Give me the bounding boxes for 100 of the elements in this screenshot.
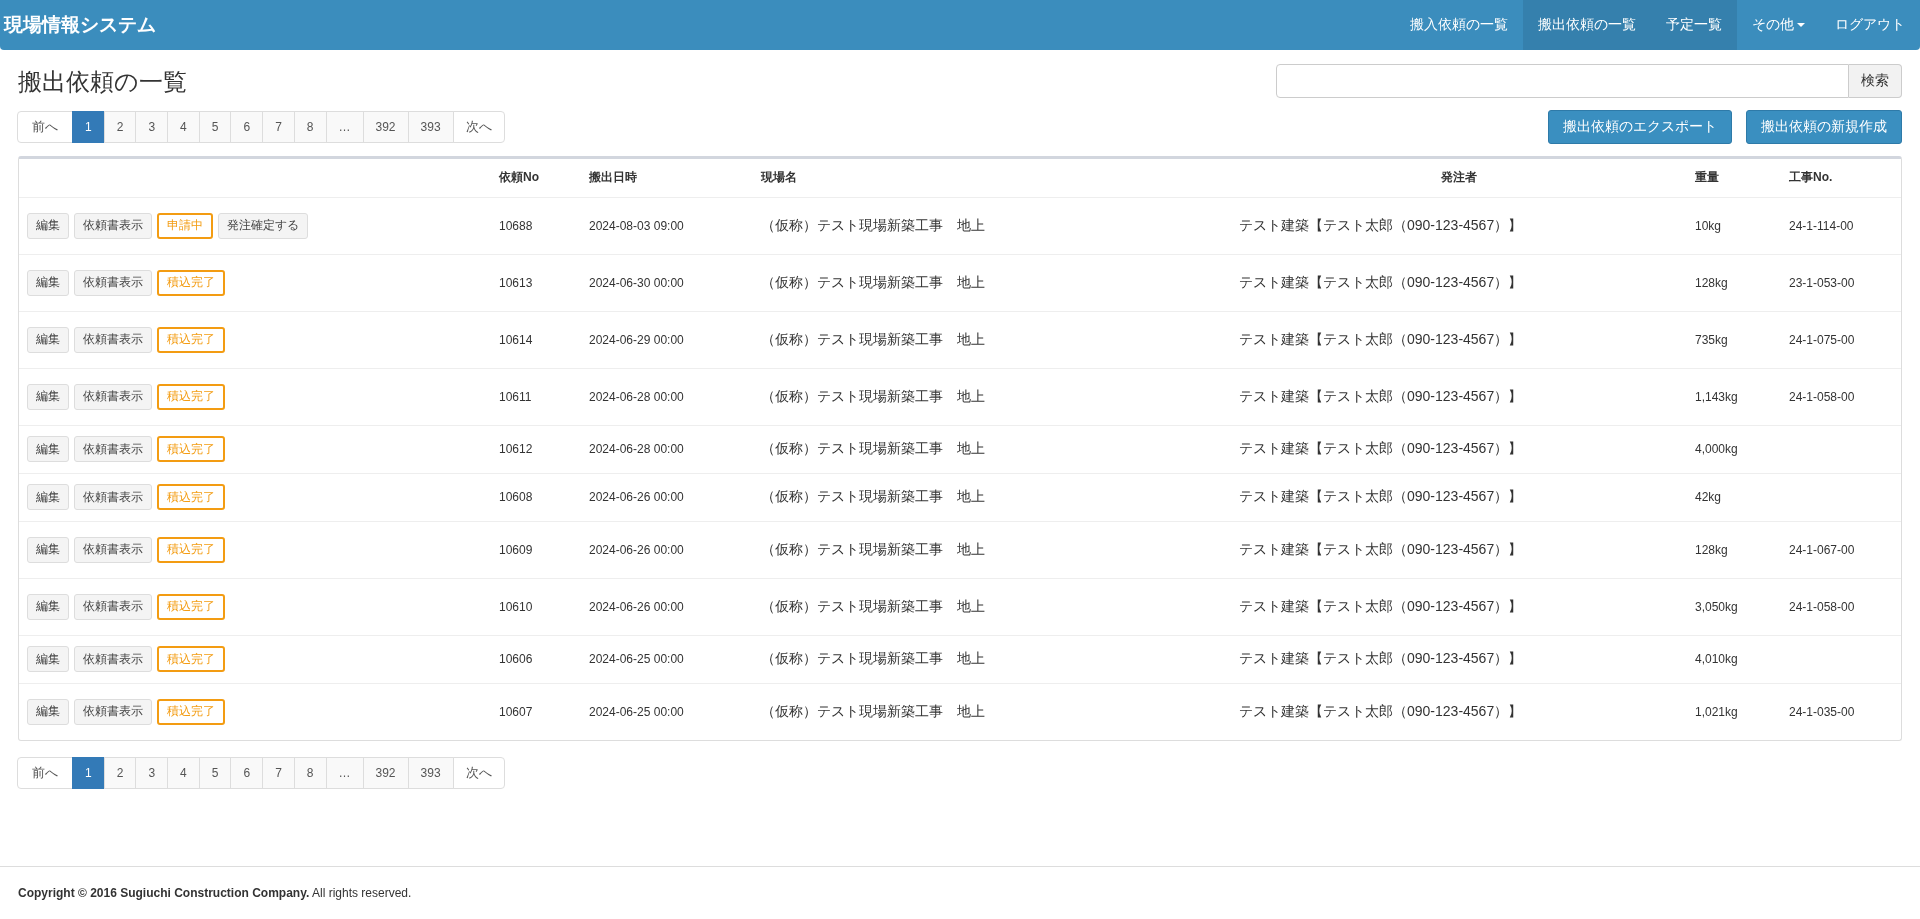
table-cell: 10688 xyxy=(499,218,533,233)
table-cell: 2024-06-29 00:00 xyxy=(589,332,684,347)
table-cell: テスト建築【テスト太郎（090-123-4567）】 xyxy=(1239,488,1523,504)
table-cell: 10610 xyxy=(499,599,533,614)
page-link[interactable]: 1 xyxy=(72,756,105,789)
page-link[interactable]: … xyxy=(325,756,364,789)
page-link[interactable]: 392 xyxy=(362,756,409,789)
page-link[interactable]: 393 xyxy=(407,111,454,143)
page-link[interactable]: 3 xyxy=(135,111,169,143)
table-cell: 24-1-114-00 xyxy=(1789,218,1854,233)
row-button[interactable]: 編集 xyxy=(27,436,69,462)
row-button[interactable]: 発注確定する xyxy=(218,212,308,239)
row-button[interactable]: 依頼書表示 xyxy=(74,698,152,725)
table-cell: 2024-06-30 00:00 xyxy=(589,275,684,290)
table-cell: （仮称）テスト現場新築工事 地上 xyxy=(761,540,985,557)
table-cell: 2024-06-26 00:00 xyxy=(589,490,684,504)
search-field[interactable] xyxy=(1276,64,1849,98)
column-header: 現場名 xyxy=(761,170,797,185)
table-cell: テスト建築【テスト太郎（090-123-4567）】 xyxy=(1239,440,1523,456)
row-button[interactable]: 依頼書表示 xyxy=(74,484,152,510)
table-cell: 735kg xyxy=(1695,332,1728,347)
table-cell: テスト建築【テスト太郎（090-123-4567）】 xyxy=(1239,597,1523,614)
page-link[interactable]: 4 xyxy=(167,111,200,143)
table-cell: 2024-06-28 00:00 xyxy=(589,442,684,456)
brand-title[interactable]: 現場情報システム xyxy=(0,0,160,50)
column-header: 搬出日時 xyxy=(589,170,637,185)
action-button[interactable]: 搬出依頼の新規作成 xyxy=(1746,110,1902,144)
page-link[interactable]: 8 xyxy=(293,756,327,789)
table-cell: 10613 xyxy=(499,275,533,290)
row-button[interactable]: 依頼書表示 xyxy=(74,212,152,239)
row-button[interactable]: 編集 xyxy=(27,326,69,353)
page-link[interactable]: 4 xyxy=(167,756,200,789)
column-header: 工事No. xyxy=(1789,170,1833,185)
row-button[interactable]: 依頼書表示 xyxy=(74,536,152,563)
table-cell: 10612 xyxy=(499,442,533,456)
row-button[interactable]: 編集 xyxy=(27,646,69,672)
row-button[interactable]: 依頼書表示 xyxy=(74,593,152,620)
table-cell: テスト建築【テスト太郎（090-123-4567）】 xyxy=(1239,216,1523,233)
page-link[interactable]: 7 xyxy=(262,756,295,789)
page-title: 搬出依頼の一覧 xyxy=(18,67,187,97)
table-cell: （仮称）テスト現場新築工事 地上 xyxy=(761,650,985,666)
page-link[interactable]: 前へ xyxy=(17,111,73,143)
page-link[interactable]: 8 xyxy=(293,111,327,143)
nav-link[interactable]: ログアウト xyxy=(1820,0,1920,50)
row-button[interactable]: 編集 xyxy=(27,593,69,620)
row-button[interactable]: 編集 xyxy=(27,212,69,239)
column-header: 発注者 xyxy=(1441,170,1477,185)
page-link[interactable]: 次へ xyxy=(452,111,505,143)
table-cell: 2024-06-25 00:00 xyxy=(589,652,684,666)
table-cell: （仮称）テスト現場新築工事 地上 xyxy=(761,597,985,614)
row-button[interactable]: 編集 xyxy=(27,383,69,410)
table-cell: 2024-06-26 00:00 xyxy=(589,542,684,557)
row-button[interactable]: 編集 xyxy=(27,269,69,296)
page-link[interactable]: 393 xyxy=(407,756,454,789)
table-cell: 1,143kg xyxy=(1695,389,1738,404)
row-button[interactable]: 編集 xyxy=(27,484,69,510)
row-button[interactable]: 編集 xyxy=(27,536,69,563)
row-button[interactable]: 依頼書表示 xyxy=(74,326,152,353)
table-cell: 24-1-075-00 xyxy=(1789,332,1855,347)
table-cell: 128kg xyxy=(1695,542,1728,557)
column-header: 依頼No xyxy=(499,170,539,185)
row-button[interactable]: 依頼書表示 xyxy=(74,269,152,296)
table-cell: 2024-06-28 00:00 xyxy=(589,389,684,404)
nav-link[interactable]: 予定一覧 xyxy=(1651,0,1737,50)
table-cell: 128kg xyxy=(1695,275,1728,290)
table-cell: （仮称）テスト現場新築工事 地上 xyxy=(761,216,985,233)
row-button[interactable]: 依頼書表示 xyxy=(74,436,152,462)
table-cell: （仮称）テスト現場新築工事 地上 xyxy=(761,440,985,456)
search-button[interactable]: 検索 xyxy=(1849,64,1902,98)
table-cell: 10611 xyxy=(499,389,532,404)
table-cell: テスト建築【テスト太郎（090-123-4567）】 xyxy=(1239,540,1523,557)
table-cell: テスト建築【テスト太郎（090-123-4567）】 xyxy=(1239,273,1523,290)
table-cell: テスト建築【テスト太郎（090-123-4567）】 xyxy=(1239,330,1523,347)
table-cell: 2024-08-03 09:00 xyxy=(589,218,684,233)
page-link[interactable]: 6 xyxy=(230,756,264,789)
table-cell: （仮称）テスト現場新築工事 地上 xyxy=(761,273,985,290)
table-cell: 24-1-067-00 xyxy=(1789,542,1855,557)
table-cell: 2024-06-26 00:00 xyxy=(589,599,684,614)
page-link[interactable]: 3 xyxy=(135,756,169,789)
nav-link[interactable]: 搬出依頼の一覧 xyxy=(1523,0,1651,50)
row-button[interactable]: 依頼書表示 xyxy=(74,383,152,410)
page-link[interactable]: 次へ xyxy=(452,756,505,789)
action-button[interactable]: 搬出依頼のエクスポート xyxy=(1548,110,1732,144)
page-link[interactable]: 前へ xyxy=(17,756,73,789)
table-cell: （仮称）テスト現場新築工事 地上 xyxy=(761,488,985,504)
table-cell: 24-1-058-00 xyxy=(1789,599,1855,614)
page-link[interactable]: … xyxy=(325,111,364,143)
table-cell: 4,010kg xyxy=(1695,652,1738,666)
table-cell: 10609 xyxy=(499,542,533,557)
nav-link[interactable]: その他 xyxy=(1737,0,1820,50)
page-link[interactable]: 392 xyxy=(362,111,409,143)
page-link[interactable]: 6 xyxy=(230,111,264,143)
row-button[interactable]: 依頼書表示 xyxy=(74,646,152,672)
table-cell: 42kg xyxy=(1695,490,1722,504)
table-cell: 3,050kg xyxy=(1695,599,1738,614)
table-cell: 23-1-053-00 xyxy=(1789,275,1855,290)
page-link[interactable]: 7 xyxy=(262,111,295,143)
page-link[interactable]: 1 xyxy=(72,111,105,143)
nav-link[interactable]: 搬入依頼の一覧 xyxy=(1395,0,1523,50)
row-button[interactable]: 編集 xyxy=(27,698,69,725)
